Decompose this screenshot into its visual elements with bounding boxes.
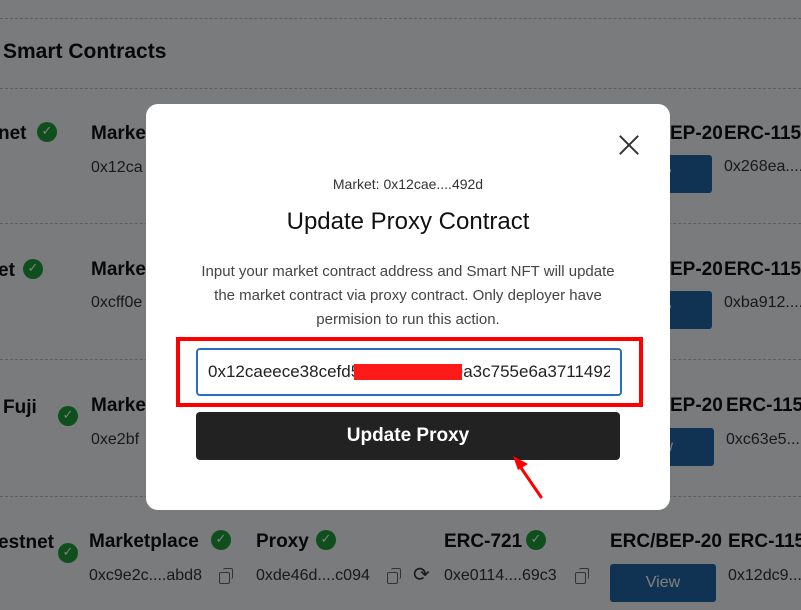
annotation-arrow (513, 456, 543, 499)
